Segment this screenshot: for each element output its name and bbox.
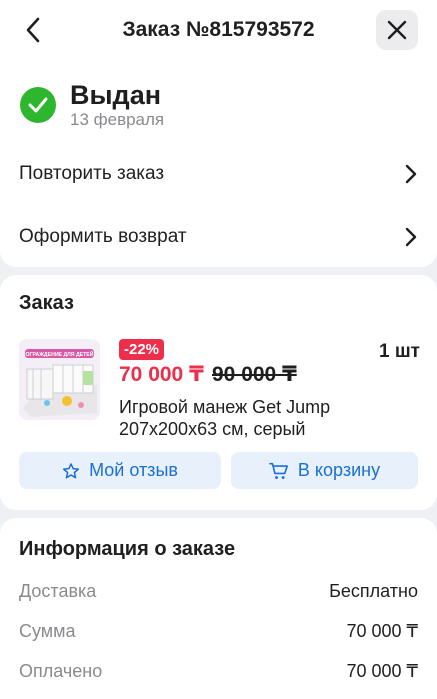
status-date: 13 февраля [70,110,165,129]
close-button[interactable] [376,10,418,50]
close-icon [387,20,407,40]
add-to-cart-button[interactable]: В корзину [231,452,418,489]
repeat-order-button[interactable]: Повторить заказ [0,149,437,199]
page-title: Заказ №815793572 [122,18,315,41]
info-value: Бесплатно [329,581,418,601]
my-review-label: Мой отзыв [89,460,178,480]
check-circle-icon [20,87,56,123]
info-value: 70 000 ₸ [346,661,418,681]
return-order-label: Оформить возврат [19,226,187,247]
return-order-button[interactable]: Оформить возврат [0,212,437,262]
product-image-banner: ОГРАЖДЕНИЕ ДЛЯ ДЕТЕЙ [26,350,94,358]
info-key: Сумма [19,621,76,641]
chevron-right-icon [405,227,417,247]
info-section-title: Информация о заказе [19,538,236,560]
cart-icon [269,462,288,479]
chevron-right-icon [405,164,417,184]
info-row-delivery: Доставка Бесплатно [19,581,418,605]
info-row-sum: Сумма 70 000 ₸ [19,621,418,645]
info-row-paid: Оплачено 70 000 ₸ [19,661,418,685]
product-image[interactable]: ОГРАЖДЕНИЕ ДЛЯ ДЕТЕЙ [19,339,100,420]
add-to-cart-label: В корзину [297,460,381,480]
status-title: Выдан [70,80,162,110]
info-key: Доставка [19,581,97,601]
header-bar: Заказ №815793572 [0,0,437,62]
info-value: 70 000 ₸ [346,621,418,641]
star-icon [62,462,80,478]
product-price: 70 000 ₸ [119,363,204,386]
info-key: Оплачено [19,661,103,681]
repeat-order-label: Повторить заказ [19,163,165,184]
product-old-price: 90 000 ₸ [212,363,297,386]
product-quantity: 1 шт [379,341,420,362]
discount-badge: -22% [119,339,165,360]
playpen-illustration: ОГРАЖДЕНИЕ ДЛЯ ДЕТЕЙ [19,339,100,420]
my-review-button[interactable]: Мой отзыв [19,452,221,489]
order-section-title: Заказ [19,292,74,314]
product-name[interactable]: Игровой манеж Get Jump 207x200x63 см, се… [119,396,379,440]
